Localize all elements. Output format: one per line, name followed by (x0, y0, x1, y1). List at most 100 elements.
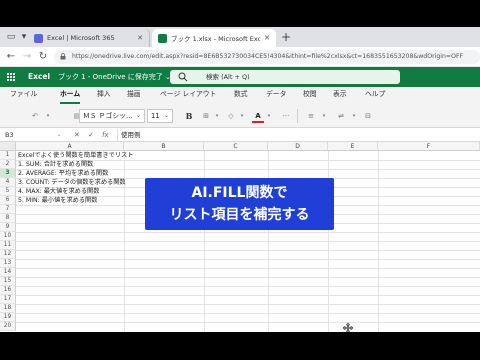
chevron-down-icon: ⌄ (135, 112, 141, 119)
tab-help[interactable]: ヘルプ (365, 87, 385, 102)
tab-page-layout[interactable]: ページ レイアウト (160, 87, 216, 102)
close-tab-icon[interactable]: ✕ (264, 34, 270, 42)
tab-home[interactable]: ホーム (60, 87, 81, 104)
reload-icon[interactable]: ↻ (36, 50, 50, 64)
spreadsheet-grid[interactable]: A B C D E F 1 2 3 4 5 6 7 8 9 10 11 12 1… (0, 142, 480, 332)
more-options-icon[interactable]: ··· (280, 109, 292, 123)
row-header[interactable]: 19 (0, 313, 16, 322)
font-color-button[interactable]: A (252, 109, 264, 123)
gridline (16, 304, 480, 305)
divider (297, 109, 298, 123)
tab-excel-workbook[interactable]: ブック 1.xlsx - Microsoft Excel Onl ✕ (152, 29, 276, 47)
align-dropdown-icon[interactable]: ▾ (320, 109, 328, 123)
wrap-dropdown-icon[interactable]: ▾ (350, 109, 358, 123)
row-header-selected[interactable]: 3 (0, 169, 16, 178)
row-header[interactable]: 15 (0, 277, 16, 286)
new-tab-button[interactable]: + (281, 30, 291, 44)
tab-data[interactable]: データ (266, 87, 286, 102)
border-icon[interactable]: ⊞ (200, 109, 212, 123)
window-menu-icon[interactable]: ▭ (4, 30, 18, 44)
enter-icon[interactable]: ✓ (88, 129, 94, 141)
gridline (16, 277, 480, 278)
gridline (16, 286, 480, 287)
document-name[interactable]: ブック 1 - OneDrive に保存完了 ⌄ (58, 67, 171, 87)
row-header[interactable]: 13 (0, 259, 16, 268)
ribbon-toolbar: ↶ ▾ ▤ ▾ ✂ ＭＳ Ｐゴシッ... ⌄ 11 ⌄ B ⊞ ▾ ◇ ▾ A … (0, 104, 480, 128)
tab-insert[interactable]: 挿入 (97, 87, 111, 102)
fill-dropdown-icon[interactable]: ▾ (238, 109, 246, 123)
formula-bar: B3 ⌄ ✕ ✓ fx 使用例 (0, 128, 480, 142)
row-header[interactable]: 18 (0, 304, 16, 313)
column-header[interactable]: C (204, 142, 268, 151)
gridline (16, 313, 480, 314)
font-size-select[interactable]: 11 ⌄ (147, 109, 173, 123)
cell-a3[interactable]: 2. AVERAGE: 平均を求める関数 (18, 169, 108, 178)
row-header[interactable]: 4 (0, 178, 16, 187)
row-header[interactable]: 8 (0, 214, 16, 223)
search-icon (178, 72, 188, 82)
fill-color-icon[interactable]: ◇ (225, 109, 237, 123)
undo-dropdown-icon[interactable]: ▾ (44, 109, 52, 123)
row-header[interactable]: 7 (0, 205, 16, 214)
column-header[interactable]: E (328, 142, 378, 151)
close-tab-icon[interactable]: ✕ (137, 34, 143, 42)
tab-view[interactable]: 表示 (333, 87, 347, 102)
tab-title: ブック 1.xlsx - Microsoft Excel Onl (171, 35, 261, 43)
wrap-text-icon[interactable]: ⇌ (335, 109, 347, 123)
row-header[interactable]: 11 (0, 241, 16, 250)
row-header[interactable]: 12 (0, 250, 16, 259)
row-header[interactable]: 2 (0, 160, 16, 169)
row-header[interactable]: 9 (0, 223, 16, 232)
formula-input[interactable]: 使用例 (117, 129, 480, 141)
row-header[interactable]: 5 (0, 187, 16, 196)
row-header[interactable]: 17 (0, 295, 16, 304)
app-launcher-icon[interactable] (7, 73, 15, 81)
app-name[interactable]: Excel (28, 67, 50, 87)
row-header[interactable]: 6 (0, 196, 16, 205)
caption-line-2: リスト項目を補完する (169, 207, 310, 223)
font-color-dropdown-icon[interactable]: ▾ (265, 109, 273, 123)
tab-formulas[interactable]: 数式 (234, 87, 248, 102)
url-field[interactable]: https://onedrive.live.com/edit.aspx?resi… (54, 50, 480, 64)
cancel-icon[interactable]: ✕ (74, 129, 80, 141)
cell-a1[interactable]: Excelでよく使う関数を簡単書きでリスト (18, 151, 133, 160)
gridline (16, 232, 480, 233)
column-header[interactable]: B (124, 142, 204, 151)
fx-icon[interactable]: fx (102, 129, 109, 141)
undo-icon[interactable]: ↶ (28, 109, 42, 123)
gridline (16, 241, 480, 242)
cell-a2[interactable]: 1. SUM: 合計を求める関数 (18, 160, 93, 169)
font-name-select[interactable]: ＭＳ Ｐゴシッ... ⌄ (79, 109, 145, 123)
gridline (16, 250, 480, 251)
excel-header: Excel ブック 1 - OneDrive に保存完了 ⌄ 検索 (Alt +… (0, 67, 480, 87)
tab-draw[interactable]: 描画 (127, 87, 141, 102)
column-header[interactable]: D (268, 142, 328, 151)
row-header[interactable]: 14 (0, 268, 16, 277)
select-all-corner[interactable] (0, 142, 16, 151)
row-header[interactable]: 16 (0, 286, 16, 295)
merge-icon[interactable]: ⊟ (362, 109, 374, 123)
column-header[interactable]: A (16, 142, 124, 151)
forward-icon[interactable]: → (20, 50, 34, 64)
column-header[interactable]: F (378, 142, 480, 151)
name-box-dropdown-icon[interactable]: ⌄ (57, 129, 61, 141)
border-dropdown-icon[interactable]: ▾ (213, 109, 221, 123)
bold-button[interactable]: B (183, 109, 195, 123)
font-size-value: 11 (151, 112, 160, 120)
row-header[interactable]: 1 (0, 151, 16, 160)
row-header[interactable]: 20 (0, 322, 16, 331)
tab-file[interactable]: ファイル (10, 87, 37, 102)
search-box[interactable]: 検索 (Alt + Q) (170, 70, 400, 84)
m365-logo-icon (34, 33, 43, 43)
cell-a4[interactable]: 3. COUNT: データの個数を求める関数 (18, 178, 126, 187)
gridline (16, 322, 480, 323)
search-placeholder: 検索 (Alt + Q) (206, 73, 250, 81)
gridline (16, 259, 480, 260)
tab-review[interactable]: 校閲 (303, 87, 317, 102)
align-left-icon[interactable]: ≡ (305, 109, 317, 123)
back-icon[interactable]: ← (4, 50, 18, 64)
cell-a5[interactable]: 4. MAX: 最大値を求める関数 (18, 187, 99, 196)
row-header[interactable]: 10 (0, 232, 16, 241)
cell-a6[interactable]: 5. MIN: 最小値を求める関数 (18, 196, 97, 205)
tab-excel-m365[interactable]: Excel | Microsoft 365 ✕ (28, 29, 150, 47)
